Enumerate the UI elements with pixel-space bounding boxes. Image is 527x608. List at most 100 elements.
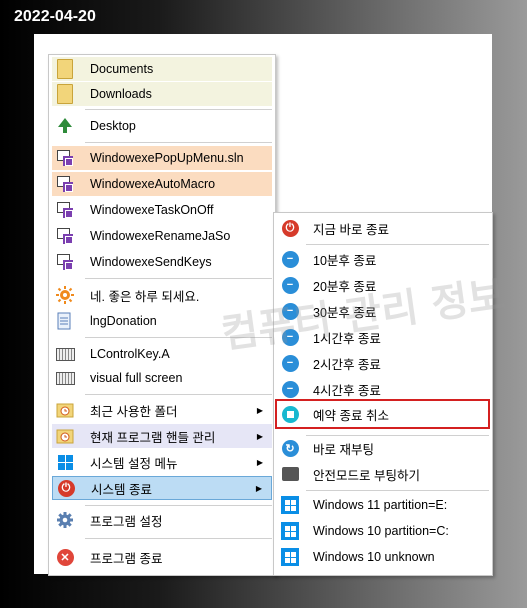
submenu-item-label: 지금 바로 종료 bbox=[313, 222, 389, 237]
menu-item-lcontrolkey[interactable]: LControlKey.A bbox=[52, 342, 272, 366]
power-icon: ⏻ bbox=[55, 477, 77, 499]
menu-item-automacro[interactable]: WindowexeAutoMacro bbox=[52, 172, 272, 196]
submenu-item-label: 30분후 종료 bbox=[313, 305, 377, 320]
timer-icon: − bbox=[279, 352, 301, 374]
menu-item-label: WindowexeTaskOnOff bbox=[90, 203, 214, 217]
menu-item-program-settings[interactable]: 프로그램 설정 bbox=[52, 508, 272, 532]
recent-folder-icon bbox=[54, 399, 76, 421]
submenu-item-label: 1시간후 종료 bbox=[313, 331, 381, 346]
submenu-item-windows11-e[interactable]: Windows 11 partition=E: bbox=[277, 493, 489, 517]
submenu-item-label: 10분후 종료 bbox=[313, 253, 377, 268]
submenu-item-label: 바로 재부팅 bbox=[313, 442, 374, 457]
menu-item-label: visual full screen bbox=[90, 371, 183, 385]
shutdown-submenu: ⏻ 지금 바로 종료 − 10분후 종료 − 20분후 종료 − 30분후 종료… bbox=[273, 212, 493, 576]
menu-item-visual-full-screen[interactable]: visual full screen bbox=[52, 366, 272, 390]
windows-icon bbox=[279, 520, 301, 542]
menu-item-renamejaso[interactable]: WindowexeRenameJaSo bbox=[52, 224, 272, 248]
submenu-item-label: 4시간후 종료 bbox=[313, 383, 381, 398]
menu-item-recent-folders[interactable]: 최근 사용한 폴더 ▶ bbox=[52, 398, 272, 422]
submenu-item-label: 20분후 종료 bbox=[313, 279, 377, 294]
timer-icon: − bbox=[279, 326, 301, 348]
document-icon bbox=[54, 310, 76, 332]
submenu-arrow-icon: ▶ bbox=[256, 405, 263, 415]
menu-item-program-exit[interactable]: ✕ 프로그램 종료 bbox=[52, 545, 272, 569]
separator bbox=[85, 538, 272, 539]
visual-studio-icon bbox=[54, 225, 76, 247]
separator bbox=[85, 278, 272, 279]
menu-item-label: WindowexePopUpMenu.sln bbox=[90, 151, 244, 165]
submenu-item-label: 2시간후 종료 bbox=[313, 357, 381, 372]
menu-item-label: 현재 프로그램 핸들 관리 bbox=[90, 430, 216, 445]
menu-item-label: 프로그램 설정 bbox=[90, 514, 163, 529]
submenu-arrow-icon: ▶ bbox=[256, 457, 263, 467]
date-label: 2022-04-20 bbox=[14, 8, 96, 25]
timer-icon: − bbox=[279, 274, 301, 296]
submenu-item-10min[interactable]: − 10분후 종료 bbox=[277, 247, 489, 271]
gear-icon bbox=[54, 509, 76, 531]
submenu-item-cancel-scheduled[interactable]: 예약 종료 취소 bbox=[275, 399, 490, 429]
keyboard-icon bbox=[54, 343, 76, 365]
timer-icon: − bbox=[279, 300, 301, 322]
menu-item-handle-manager[interactable]: 현재 프로그램 핸들 관리 ▶ bbox=[52, 424, 272, 448]
folder-icon bbox=[54, 83, 76, 105]
power-icon: ⏻ bbox=[279, 217, 301, 239]
submenu-item-4hour[interactable]: − 4시간후 종료 bbox=[277, 377, 489, 401]
submenu-item-20min[interactable]: − 20분후 종료 bbox=[277, 273, 489, 297]
visual-studio-icon bbox=[54, 199, 76, 221]
sun-gear-icon bbox=[54, 284, 76, 306]
reboot-icon: ↻ bbox=[279, 437, 301, 459]
separator bbox=[306, 490, 489, 491]
menu-item-label: 네. 좋은 하루 되세요. bbox=[90, 289, 200, 304]
context-menu: Documents Downloads Desktop WindowexePop… bbox=[48, 54, 276, 576]
menu-item-desktop[interactable]: Desktop bbox=[52, 114, 272, 138]
submenu-item-label: Windows 10 unknown bbox=[313, 550, 435, 564]
menu-item-label: Downloads bbox=[90, 87, 152, 101]
menu-item-system-shutdown[interactable]: ⏻ 시스템 종료 ▶ bbox=[52, 476, 272, 500]
folder-icon bbox=[54, 58, 76, 80]
visual-studio-icon bbox=[54, 173, 76, 195]
menu-item-taskonoff[interactable]: WindowexeTaskOnOff bbox=[52, 198, 272, 222]
menu-item-label: 시스템 종료 bbox=[91, 482, 152, 497]
timer-icon: − bbox=[279, 248, 301, 270]
windows-icon bbox=[54, 451, 76, 473]
menu-item-label: LControlKey.A bbox=[90, 347, 170, 361]
submenu-item-label: Windows 11 partition=E: bbox=[313, 498, 448, 512]
separator bbox=[85, 337, 272, 338]
menu-item-label: lngDonation bbox=[90, 314, 157, 328]
menu-item-documents[interactable]: Documents bbox=[52, 57, 272, 81]
menu-item-label: 시스템 설정 메뉴 bbox=[90, 456, 178, 471]
menu-item-label: WindowexeSendKeys bbox=[90, 255, 212, 269]
submenu-item-windows10-unknown[interactable]: Windows 10 unknown bbox=[277, 545, 489, 569]
windows-icon bbox=[279, 546, 301, 568]
separator bbox=[306, 244, 489, 245]
separator bbox=[85, 109, 272, 110]
menu-item-system-settings[interactable]: 시스템 설정 메뉴 ▶ bbox=[52, 450, 272, 474]
submenu-arrow-icon: ▶ bbox=[255, 483, 262, 493]
menu-item-label: WindowexeAutoMacro bbox=[90, 177, 216, 191]
submenu-item-label: Windows 10 partition=C: bbox=[313, 524, 449, 538]
menu-item-downloads[interactable]: Downloads bbox=[52, 82, 272, 106]
timer-icon: − bbox=[279, 378, 301, 400]
menu-item-sendkeys[interactable]: WindowexeSendKeys bbox=[52, 250, 272, 274]
menu-item-label: Desktop bbox=[90, 119, 136, 133]
submenu-item-2hour[interactable]: − 2시간후 종료 bbox=[277, 351, 489, 375]
submenu-item-reboot[interactable]: ↻ 바로 재부팅 bbox=[277, 436, 489, 460]
menu-item-popupmenu-sln[interactable]: WindowexePopUpMenu.sln bbox=[52, 146, 272, 170]
menu-item-greeting[interactable]: 네. 좋은 하루 되세요. bbox=[52, 283, 272, 307]
submenu-item-windows10-c[interactable]: Windows 10 partition=C: bbox=[277, 519, 489, 543]
submenu-item-shutdown-now[interactable]: ⏻ 지금 바로 종료 bbox=[277, 216, 489, 240]
separator bbox=[85, 394, 272, 395]
recent-folder-icon bbox=[54, 425, 76, 447]
menu-item-label: WindowexeRenameJaSo bbox=[90, 229, 231, 243]
visual-studio-icon bbox=[54, 251, 76, 273]
safe-mode-icon bbox=[279, 463, 301, 485]
keyboard-icon bbox=[54, 367, 76, 389]
desktop-tree-icon bbox=[54, 115, 76, 137]
menu-item-donation[interactable]: lngDonation bbox=[52, 309, 272, 333]
submenu-item-label: 안전모드로 부팅하기 bbox=[313, 468, 420, 483]
submenu-item-1hour[interactable]: − 1시간후 종료 bbox=[277, 325, 489, 349]
submenu-item-30min[interactable]: − 30분후 종료 bbox=[277, 299, 489, 323]
menu-item-label: Documents bbox=[90, 62, 154, 76]
windows-icon bbox=[279, 494, 301, 516]
submenu-item-safe-mode[interactable]: 안전모드로 부팅하기 bbox=[277, 462, 489, 486]
